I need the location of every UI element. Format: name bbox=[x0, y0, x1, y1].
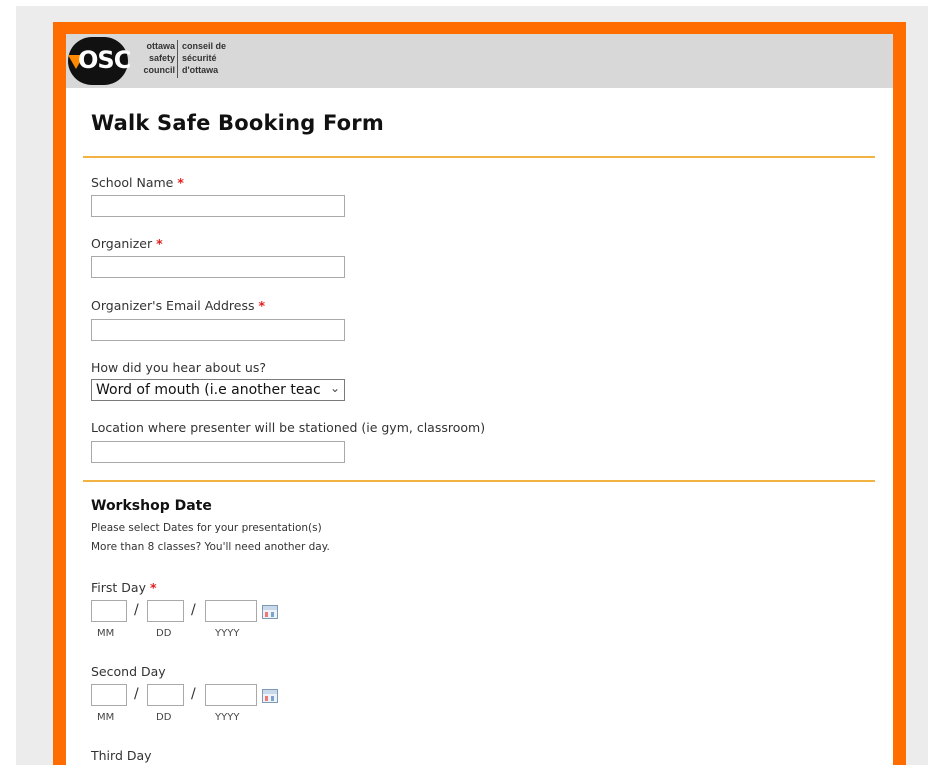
email-label: Organizer's Email Address * bbox=[91, 298, 265, 313]
day-hint: DD bbox=[156, 712, 172, 723]
required-marker: * bbox=[156, 236, 163, 251]
third-day-label: Third Day bbox=[91, 748, 152, 763]
heard-about-label: How did you hear about us? bbox=[91, 360, 266, 375]
chevron-down-icon: ⌄ bbox=[329, 381, 340, 395]
heard-about-select[interactable]: Word of mouth (i.e another teacher) ⌄ bbox=[91, 379, 345, 401]
email-input[interactable] bbox=[91, 319, 345, 341]
organizer-input[interactable] bbox=[91, 256, 345, 278]
location-input[interactable] bbox=[91, 441, 345, 463]
location-label: Location where presenter will be station… bbox=[91, 420, 486, 435]
logo-header: OSC ottawa safety council conseil de séc… bbox=[66, 34, 893, 88]
first-day-year-input[interactable] bbox=[205, 600, 257, 622]
calendar-icon[interactable] bbox=[262, 605, 278, 619]
workshop-note-1: Please select Dates for your presentatio… bbox=[91, 522, 322, 534]
date-separator: / bbox=[134, 602, 139, 618]
month-hint: MM bbox=[97, 712, 115, 723]
logo-text-french: conseil de sécurité d'ottawa bbox=[182, 40, 242, 76]
second-day-day-input[interactable] bbox=[147, 684, 184, 706]
email-label-text: Organizer's Email Address bbox=[91, 298, 255, 313]
calendar-icon[interactable] bbox=[262, 689, 278, 703]
school-name-label: School Name * bbox=[91, 175, 184, 190]
organizer-label: Organizer * bbox=[91, 236, 163, 251]
logo-mark: OSC bbox=[78, 46, 131, 74]
logo-text-english: ottawa safety council bbox=[129, 40, 175, 76]
second-day-year-input[interactable] bbox=[205, 684, 257, 706]
workshop-date-heading: Workshop Date bbox=[91, 498, 212, 514]
section-divider bbox=[83, 480, 875, 482]
first-day-month-input[interactable] bbox=[91, 600, 127, 622]
first-day-label: First Day * bbox=[91, 580, 157, 595]
required-marker: * bbox=[177, 175, 184, 190]
first-day-day-input[interactable] bbox=[147, 600, 184, 622]
logo-fr-line: conseil de bbox=[182, 41, 227, 51]
logo-en-line: safety bbox=[148, 53, 175, 63]
logo-divider bbox=[177, 40, 178, 78]
logo-en-line: ottawa bbox=[146, 41, 175, 51]
date-separator: / bbox=[191, 686, 196, 702]
second-day-label: Second Day bbox=[91, 664, 166, 679]
form-title: Walk Safe Booking Form bbox=[91, 111, 384, 135]
heard-about-selected-value: Word of mouth (i.e another teacher) bbox=[96, 382, 320, 398]
osc-logo: OSC bbox=[68, 37, 131, 85]
organizer-label-text: Organizer bbox=[91, 236, 153, 251]
year-hint: YYYY bbox=[215, 628, 240, 639]
month-hint: MM bbox=[97, 628, 115, 639]
school-name-input[interactable] bbox=[91, 195, 345, 217]
logo-fr-line: d'ottawa bbox=[182, 65, 219, 75]
form-page: OSC ottawa safety council conseil de séc… bbox=[66, 34, 893, 765]
year-hint: YYYY bbox=[215, 712, 240, 723]
date-separator: / bbox=[191, 602, 196, 618]
school-name-label-text: School Name bbox=[91, 175, 174, 190]
workshop-note-2: More than 8 classes? You'll need another… bbox=[91, 541, 330, 553]
first-day-label-text: First Day bbox=[91, 580, 146, 595]
section-divider bbox=[83, 156, 875, 158]
required-marker: * bbox=[258, 298, 266, 313]
second-day-month-input[interactable] bbox=[91, 684, 127, 706]
day-hint: DD bbox=[156, 628, 172, 639]
logo-fr-line: sécurité bbox=[182, 53, 217, 63]
date-separator: / bbox=[134, 686, 139, 702]
logo-en-line: council bbox=[143, 65, 175, 75]
required-marker: * bbox=[149, 580, 157, 595]
